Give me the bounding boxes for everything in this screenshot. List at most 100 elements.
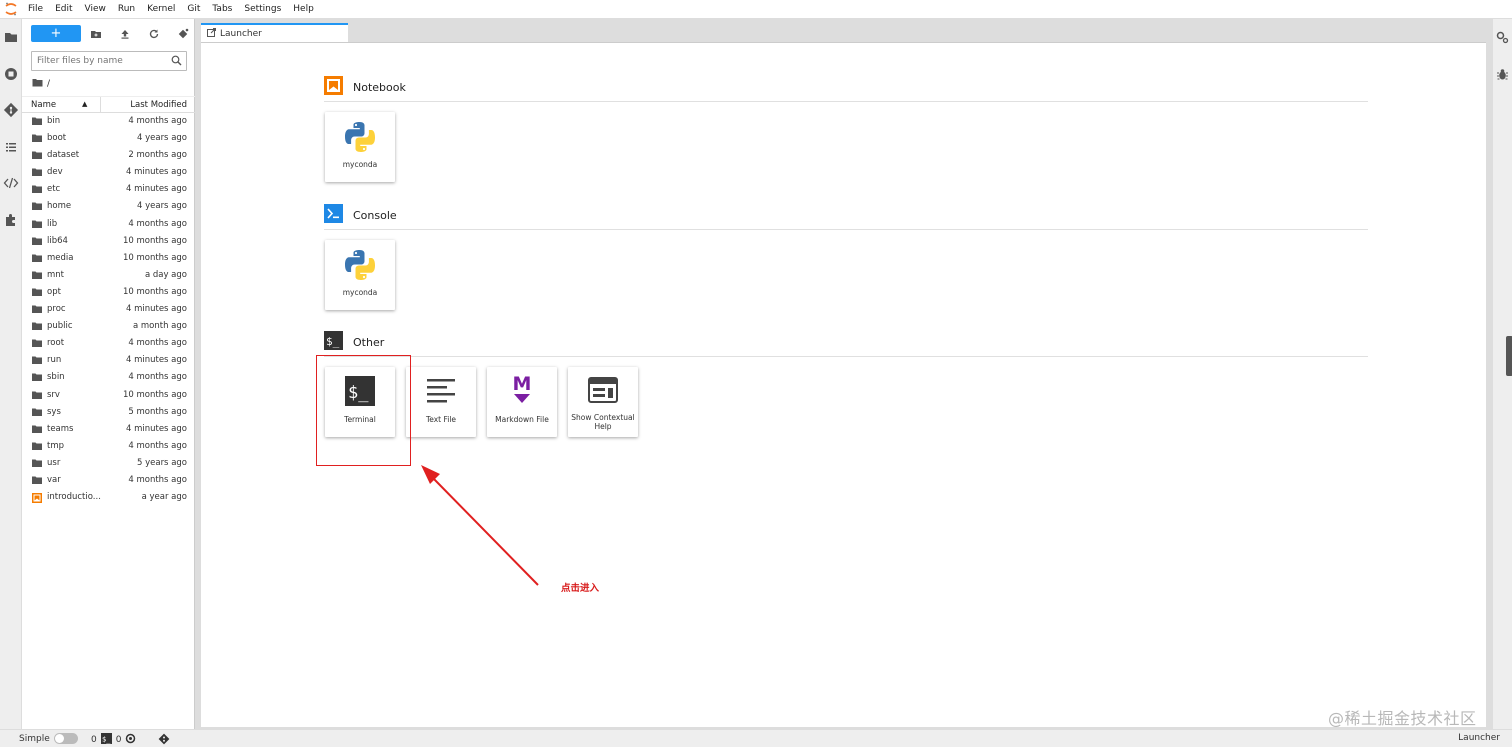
file-row[interactable]: media 10 months ago — [22, 250, 195, 267]
folder-icon — [32, 288, 42, 299]
menu-run[interactable]: Run — [112, 0, 141, 19]
other-terminal-icon: $_ — [324, 331, 343, 353]
file-name: sys — [47, 406, 61, 417]
file-name: dev — [47, 167, 63, 178]
menu-git[interactable]: Git — [181, 0, 206, 19]
file-name: mnt — [47, 269, 64, 280]
simple-mode-label: Simple — [19, 733, 50, 744]
file-modified: 2 months ago — [128, 150, 187, 161]
modified-column-header[interactable]: Last Modified — [130, 100, 187, 110]
contextual-help-icon — [588, 377, 618, 406]
file-row[interactable]: introductio... a year ago — [22, 489, 195, 506]
tab-launcher[interactable]: Launcher — [201, 23, 348, 42]
file-row[interactable]: srv 10 months ago — [22, 387, 195, 404]
file-row[interactable]: var 4 months ago — [22, 472, 195, 489]
file-browser-toolbar: + — [22, 23, 195, 43]
extension-icon[interactable] — [3, 212, 19, 228]
home-folder-icon[interactable] — [32, 78, 43, 90]
refresh-icon[interactable] — [148, 28, 160, 40]
file-modified: 4 minutes ago — [125, 184, 187, 195]
contextual-help-card[interactable]: Show Contextual Help — [568, 367, 638, 437]
file-row[interactable]: lib 4 months ago — [22, 216, 195, 233]
file-filter-field[interactable] — [31, 51, 187, 71]
file-row[interactable]: lib64 10 months ago — [22, 233, 195, 250]
file-name: etc — [47, 184, 61, 195]
file-filter-input[interactable] — [32, 52, 167, 70]
menu-view[interactable]: View — [79, 0, 112, 19]
folder-icon — [32, 202, 42, 213]
file-row[interactable]: bin 4 months ago — [22, 113, 195, 130]
folder-icon — [32, 425, 42, 436]
breadcrumb-root[interactable]: / — [47, 79, 50, 89]
file-row[interactable]: dataset 2 months ago — [22, 147, 195, 164]
status-current-tab: Launcher — [1458, 733, 1500, 743]
file-modified: 4 minutes ago — [125, 423, 187, 434]
menu-bar: File Edit View Run Kernel Git Tabs Setti… — [0, 0, 1512, 19]
file-row[interactable]: opt 10 months ago — [22, 284, 195, 301]
menu-edit[interactable]: Edit — [49, 0, 78, 19]
folder-icon — [32, 322, 42, 333]
folder-icon — [32, 442, 42, 453]
kernel-status-group[interactable]: 0 $_ 0 — [91, 733, 136, 747]
notebook-myconda-card[interactable]: myconda — [325, 112, 395, 182]
file-row[interactable]: run 4 minutes ago — [22, 352, 195, 369]
code-icon[interactable] — [3, 175, 19, 191]
menu-settings[interactable]: Settings — [238, 0, 287, 19]
console-section-header: Console — [324, 204, 397, 226]
file-row[interactable]: home 4 years ago — [22, 198, 195, 215]
running-icon[interactable] — [3, 66, 19, 82]
file-row[interactable]: proc 4 minutes ago — [22, 301, 195, 318]
terminal-small-icon: $_ — [100, 733, 112, 747]
file-name: bin — [47, 116, 61, 126]
sidebar-scroll-handle[interactable] — [1506, 336, 1512, 376]
file-row[interactable]: mnt a day ago — [22, 267, 195, 284]
other-section-title: Other — [353, 335, 385, 349]
file-row[interactable]: sys 5 months ago — [22, 404, 195, 421]
column-divider[interactable] — [100, 97, 101, 113]
simple-mode-toggle[interactable] — [53, 733, 78, 744]
name-column-header[interactable]: Name — [31, 100, 56, 110]
file-name: boot — [47, 133, 67, 144]
notebook-section-header: Notebook — [324, 76, 406, 98]
file-row[interactable]: root 4 months ago — [22, 335, 195, 352]
left-activity-bar — [0, 19, 22, 729]
menu-tabs[interactable]: Tabs — [206, 0, 238, 19]
debugger-bug-icon[interactable] — [1496, 68, 1509, 84]
file-row[interactable]: tmp 4 months ago — [22, 438, 195, 455]
menu-help[interactable]: Help — [287, 0, 320, 19]
file-modified: 4 years ago — [136, 201, 187, 212]
file-row[interactable]: usr 5 years ago — [22, 455, 195, 472]
new-launcher-button[interactable]: + — [31, 25, 81, 42]
console-myconda-card[interactable]: myconda — [325, 240, 395, 310]
notebook-icon — [324, 76, 343, 98]
file-name: introductio... — [47, 492, 101, 503]
git-status-icon[interactable] — [158, 733, 170, 745]
git-icon[interactable] — [3, 102, 19, 118]
toc-icon[interactable] — [3, 139, 19, 155]
file-row[interactable]: boot 4 years ago — [22, 130, 195, 147]
file-name: run — [47, 355, 62, 366]
menu-kernel[interactable]: Kernel — [141, 0, 181, 19]
svg-text:$_: $_ — [326, 335, 340, 348]
upload-icon[interactable] — [119, 28, 131, 40]
menu-file[interactable]: File — [22, 0, 49, 19]
file-modified: 4 months ago — [128, 218, 187, 229]
file-name: tmp — [47, 440, 65, 451]
file-row[interactable]: dev 4 minutes ago — [22, 164, 195, 181]
property-inspector-icon[interactable] — [1496, 31, 1509, 47]
file-row[interactable]: sbin 4 months ago — [22, 369, 195, 386]
file-modified: 10 months ago — [122, 252, 187, 263]
file-row[interactable]: teams 4 minutes ago — [22, 421, 195, 438]
file-row[interactable]: etc 4 minutes ago — [22, 181, 195, 198]
text-file-card[interactable]: Text File — [406, 367, 476, 437]
search-icon — [171, 55, 182, 69]
git-clone-icon[interactable] — [177, 28, 189, 40]
markdown-file-card[interactable]: M Markdown File — [487, 367, 557, 437]
folder-icon[interactable] — [3, 29, 19, 45]
file-modified: 4 months ago — [128, 116, 187, 126]
file-name: lib — [47, 218, 58, 229]
file-row[interactable]: public a month ago — [22, 318, 195, 335]
folder-icon — [32, 117, 42, 128]
tab-label: Launcher — [220, 28, 262, 39]
new-folder-icon[interactable] — [90, 28, 102, 40]
